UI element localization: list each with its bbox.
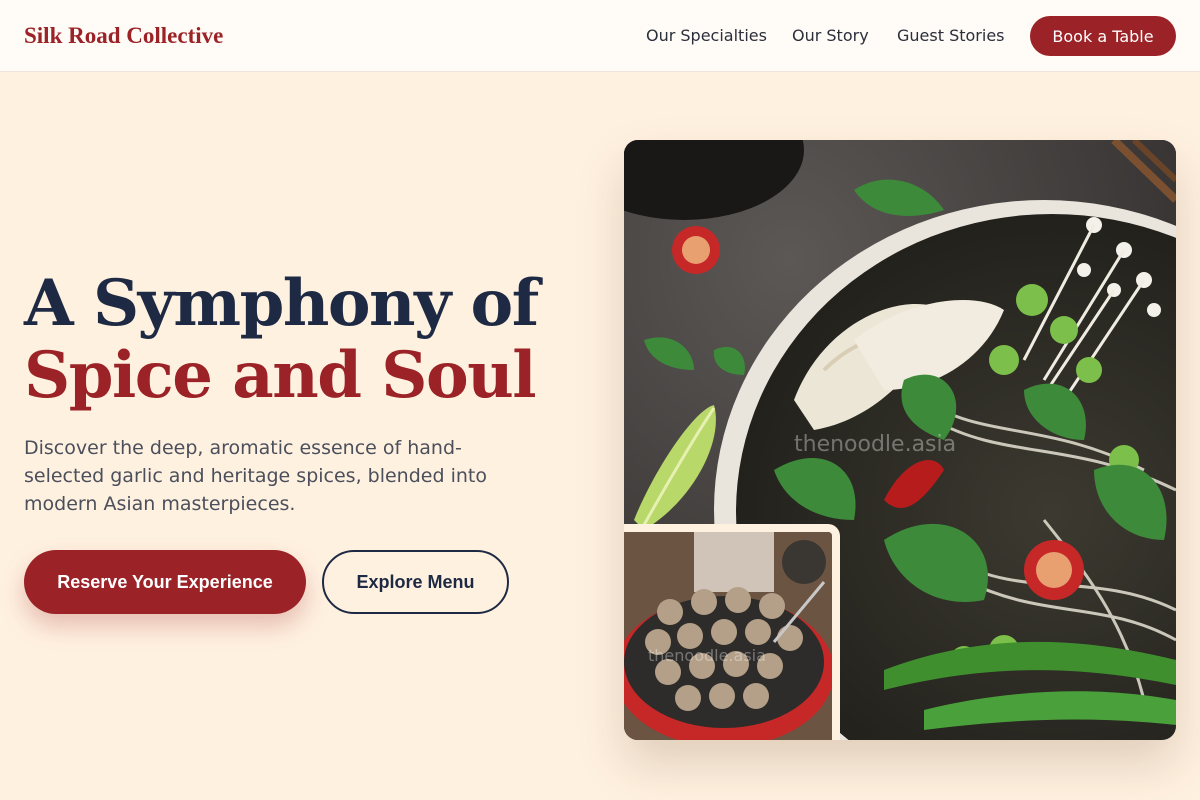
image-watermark: thenoodle.asia <box>794 432 957 457</box>
site-header: Silk Road Collective Our Specialties Our… <box>0 0 1200 72</box>
hero-title-line-2: Spice and Soul <box>24 338 537 413</box>
hero-title: A Symphony of Spice and Soul <box>24 266 539 413</box>
nav-link-guest-stories[interactable]: Guest Stories <box>897 26 1005 46</box>
explore-menu-button[interactable]: Explore Menu <box>322 550 509 614</box>
takoyaki-image: thenoodle.asia <box>624 524 840 740</box>
nav-link-story[interactable]: Our Story <box>792 26 869 46</box>
nav-link-specialties[interactable]: Our Specialties <box>646 26 767 46</box>
reserve-experience-button[interactable]: Reserve Your Experience <box>24 550 306 614</box>
inset-watermark: thenoodle.asia <box>648 646 766 665</box>
hero-title-line-1: A Symphony of <box>24 266 539 341</box>
book-table-button[interactable]: Book a Table <box>1030 16 1176 56</box>
takoyaki-illustration <box>624 532 832 740</box>
hero-subtitle: Discover the deep, aromatic essence of h… <box>24 437 487 515</box>
brand-logo[interactable]: Silk Road Collective <box>24 22 223 50</box>
